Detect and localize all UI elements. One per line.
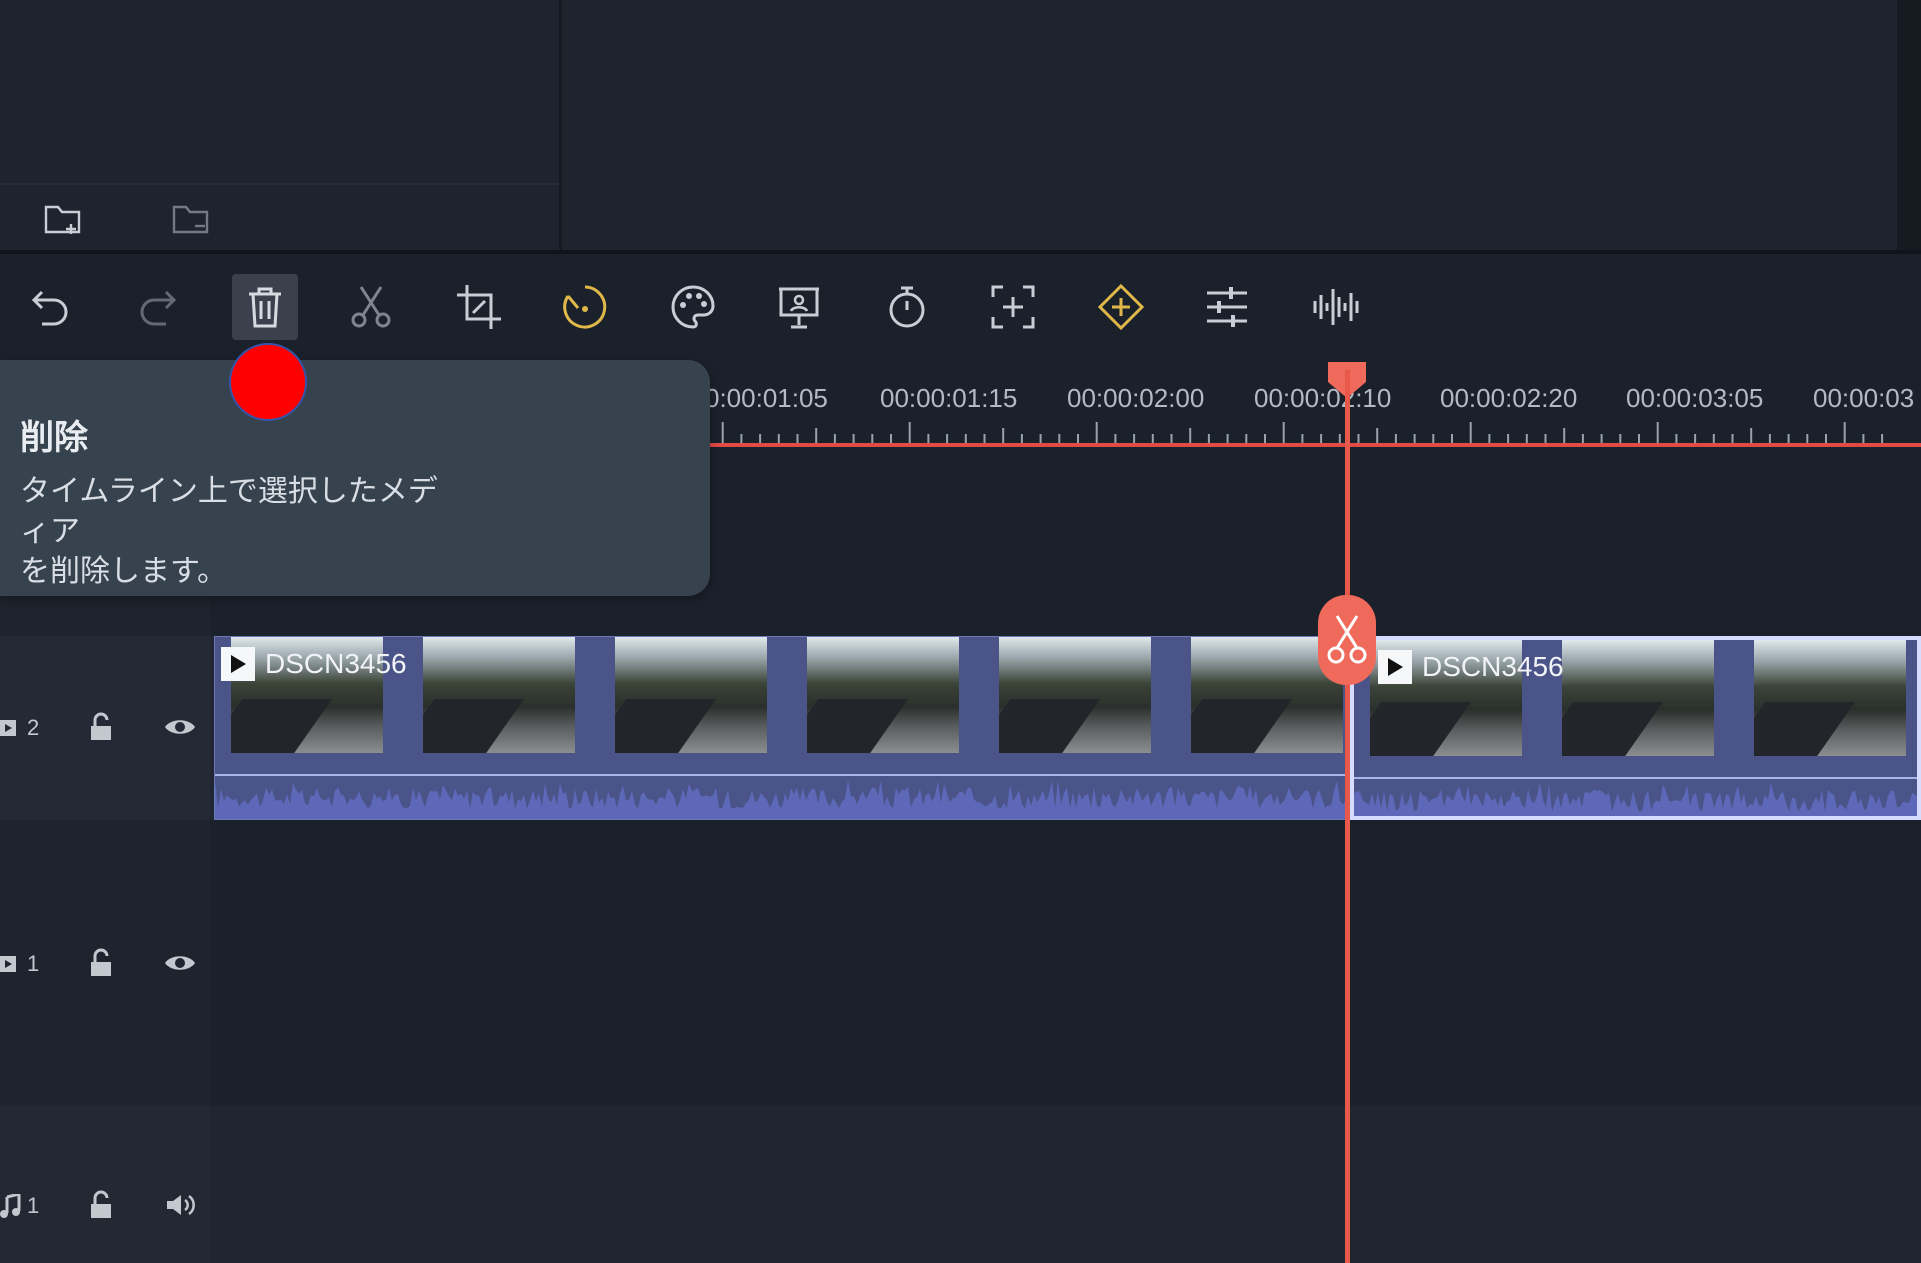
expand-icon[interactable] [980,274,1046,340]
audio-waveform [215,779,1349,819]
clip-title: DSCN3456 [221,647,407,681]
timeline-toolbar [0,254,1921,364]
video-track-1: 1 [0,820,1921,1106]
ruler-range-line [705,443,1921,447]
tooltip-description-line: を削除します。 [20,555,227,588]
music-note-icon [0,1194,21,1218]
media-library-panel [0,0,562,250]
lock-open-icon[interactable] [86,946,116,980]
waveform-icon[interactable] [1302,274,1368,340]
crop-icon[interactable] [446,274,512,340]
thumbnail-frame [1562,640,1714,756]
scissors-icon[interactable] [338,274,404,340]
click-marker [229,343,307,421]
delete-button[interactable] [232,274,298,340]
track-number: 1 [27,951,40,976]
timecode-label: 00:00:01:15 [880,383,1018,413]
split-scissors-icon[interactable] [1318,595,1376,685]
timecode-label: 00:00:03:05 [1626,383,1764,413]
playhead[interactable] [1345,370,1350,1263]
audio-track-1: 1 [0,1106,1921,1263]
panel-edge [1897,0,1921,250]
thumbnail-frame [1754,640,1906,756]
preview-panel [562,0,1897,250]
folder-icon[interactable] [166,196,216,242]
new-folder-icon[interactable] [38,196,88,242]
eye-icon[interactable] [160,946,200,980]
track-header: 2 [0,636,210,820]
clip-name-text: DSCN3456 [265,648,407,679]
timecode-label: 00:00:02:00 [1067,383,1205,413]
ruler-ticks [703,422,1884,444]
lock-open-icon[interactable] [86,710,116,744]
speed-icon[interactable] [552,274,618,340]
palette-icon[interactable] [660,274,726,340]
play-icon [221,647,255,681]
video-track-label: 2 [0,712,39,744]
speaker-icon[interactable] [162,1188,198,1222]
timecode-label: 00:00:03 [1813,383,1915,413]
play-icon [1378,650,1412,684]
presentation-icon[interactable] [766,274,832,340]
audio-waveform [1354,782,1917,816]
undo-icon[interactable] [18,274,84,340]
audio-track-label: 1 [0,1190,39,1222]
trash-icon [249,287,281,328]
clip-name-text: DSCN3456 [1422,651,1564,682]
timecode-label: 00:00:02:10 [1254,383,1392,413]
video-track-label: 1 [0,948,39,980]
video-clip[interactable]: DSCN3456 [214,636,1350,820]
track-number: 1 [27,1193,40,1218]
delete-tooltip: 削除 タイムライン上で選択したメディア を削除します。 [0,360,710,596]
thumbnail-frame [807,637,959,753]
track-header: 1 [0,1106,210,1263]
tooltip-description-line: タイムライン上で選択したメディア [20,475,438,548]
timer-icon[interactable] [874,274,940,340]
redo-icon[interactable] [124,274,190,340]
lock-open-icon[interactable] [86,1188,116,1222]
clip-title: DSCN3456 [1378,650,1564,684]
tooltip-description: タイムライン上で選択したメディア を削除します。 [20,472,460,592]
thumbnail-frame [615,637,767,753]
timecode-label: 0:00:01:05 [705,383,828,413]
tooltip-title: 削除 [20,419,88,457]
keyframe-icon[interactable] [1088,274,1154,340]
eye-icon[interactable] [160,710,200,744]
timecode-label: 00:00:02:20 [1440,383,1578,413]
sliders-icon[interactable] [1194,274,1260,340]
video-track-icon [0,720,16,736]
panel-divider [0,183,559,185]
thumbnail-frame [999,637,1151,753]
thumbnail-frame [423,637,575,753]
track-header: 1 [0,820,210,1106]
track-number: 2 [27,715,40,740]
video-track-icon [0,956,16,972]
video-clip-selected[interactable]: DSCN3456 [1350,636,1921,820]
